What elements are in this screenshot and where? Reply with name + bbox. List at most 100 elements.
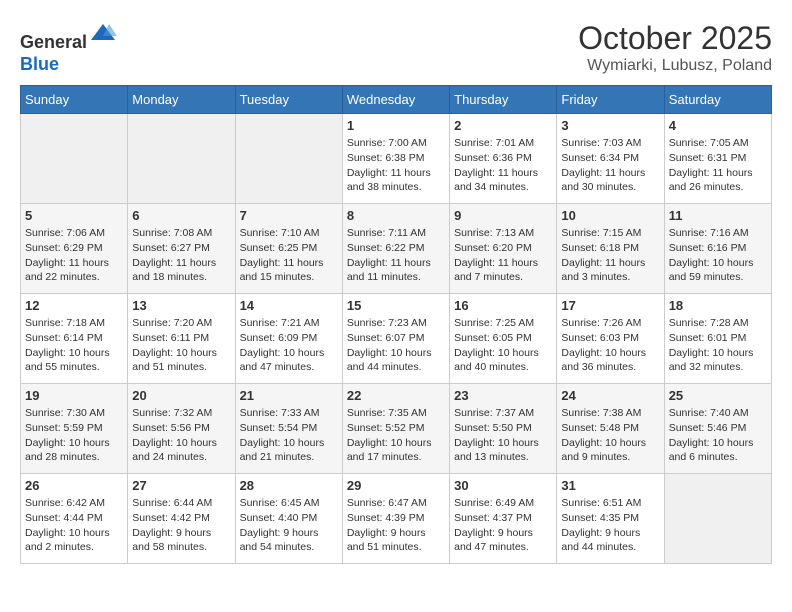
day-info: Sunrise: 7:23 AM Sunset: 6:07 PM Dayligh… <box>347 316 445 375</box>
location: Wymiarki, Lubusz, Poland <box>578 57 772 75</box>
logo-icon <box>89 20 117 48</box>
calendar-cell <box>235 114 342 204</box>
logo: General Blue <box>20 20 117 75</box>
calendar-cell: 1 Sunrise: 7:00 AM Sunset: 6:38 PM Daylig… <box>342 114 449 204</box>
day-number: 5 <box>25 208 123 223</box>
calendar-cell: 23 Sunrise: 7:37 AM Sunset: 5:50 PM Dayli… <box>450 384 557 474</box>
calendar-cell: 18Sunrise: 7:28 AM Sunset: 6:01 PM Dayli… <box>664 294 771 384</box>
day-info: Sunrise: 7:38 AM Sunset: 5:48 PM Dayligh… <box>561 406 659 465</box>
day-info: Sunrise: 7:06 AM Sunset: 6:29 PM Dayligh… <box>25 226 123 285</box>
weekday-header: Wednesday <box>342 86 449 114</box>
day-info: Sunrise: 7:26 AM Sunset: 6:03 PM Dayligh… <box>561 316 659 375</box>
weekday-header: Thursday <box>450 86 557 114</box>
day-info: Sunrise: 7:15 AM Sunset: 6:18 PM Dayligh… <box>561 226 659 285</box>
calendar-cell: 15 Sunrise: 7:23 AM Sunset: 6:07 PM Dayli… <box>342 294 449 384</box>
calendar-cell <box>21 114 128 204</box>
calendar-cell: 25 Sunrise: 7:40 AM Sunset: 5:46 PM Dayli… <box>664 384 771 474</box>
day-info: Sunrise: 7:13 AM Sunset: 6:20 PM Dayligh… <box>454 226 552 285</box>
calendar-cell: 29 Sunrise: 6:47 AM Sunset: 4:39 PM Dayli… <box>342 474 449 564</box>
day-number: 3 <box>561 118 659 133</box>
calendar-cell: 11 Sunrise: 7:16 AM Sunset: 6:16 PM Dayli… <box>664 204 771 294</box>
day-info: Sunrise: 6:47 AM Sunset: 4:39 PM Dayligh… <box>347 496 445 555</box>
calendar-cell <box>128 114 235 204</box>
day-info: Sunrise: 6:44 AM Sunset: 4:42 PM Dayligh… <box>132 496 230 555</box>
calendar-cell: 10 Sunrise: 7:15 AM Sunset: 6:18 PM Dayli… <box>557 204 664 294</box>
calendar-cell: 21 Sunrise: 7:33 AM Sunset: 5:54 PM Dayli… <box>235 384 342 474</box>
day-info: Sunrise: 7:25 AM Sunset: 6:05 PM Dayligh… <box>454 316 552 375</box>
weekday-header: Monday <box>128 86 235 114</box>
calendar-cell: 8 Sunrise: 7:11 AM Sunset: 6:22 PM Daylig… <box>342 204 449 294</box>
calendar-cell: 16 Sunrise: 7:25 AM Sunset: 6:05 PM Dayli… <box>450 294 557 384</box>
day-number: 11 <box>669 208 767 223</box>
day-number: 25 <box>669 388 767 403</box>
calendar-cell: 7Sunrise: 7:10 AM Sunset: 6:25 PM Daylig… <box>235 204 342 294</box>
day-info: Sunrise: 7:05 AM Sunset: 6:31 PM Dayligh… <box>669 136 767 195</box>
day-info: Sunrise: 7:21 AM Sunset: 6:09 PM Dayligh… <box>240 316 338 375</box>
calendar-cell: 3 Sunrise: 7:03 AM Sunset: 6:34 PM Daylig… <box>557 114 664 204</box>
day-info: Sunrise: 7:40 AM Sunset: 5:46 PM Dayligh… <box>669 406 767 465</box>
day-info: Sunrise: 6:42 AM Sunset: 4:44 PM Dayligh… <box>25 496 123 555</box>
day-info: Sunrise: 7:01 AM Sunset: 6:36 PM Dayligh… <box>454 136 552 195</box>
day-number: 27 <box>132 478 230 493</box>
calendar-cell: 27 Sunrise: 6:44 AM Sunset: 4:42 PM Dayli… <box>128 474 235 564</box>
day-info: Sunrise: 7:35 AM Sunset: 5:52 PM Dayligh… <box>347 406 445 465</box>
weekday-header: Saturday <box>664 86 771 114</box>
day-number: 4 <box>669 118 767 133</box>
weekday-header: Sunday <box>21 86 128 114</box>
day-number: 21 <box>240 388 338 403</box>
day-number: 24 <box>561 388 659 403</box>
day-info: Sunrise: 7:33 AM Sunset: 5:54 PM Dayligh… <box>240 406 338 465</box>
calendar-cell: 12 Sunrise: 7:18 AM Sunset: 6:14 PM Dayli… <box>21 294 128 384</box>
day-number: 26 <box>25 478 123 493</box>
weekday-header: Tuesday <box>235 86 342 114</box>
day-number: 14 <box>240 298 338 313</box>
day-number: 22 <box>347 388 445 403</box>
calendar-cell: 9 Sunrise: 7:13 AM Sunset: 6:20 PM Daylig… <box>450 204 557 294</box>
calendar-cell <box>664 474 771 564</box>
day-info: Sunrise: 7:03 AM Sunset: 6:34 PM Dayligh… <box>561 136 659 195</box>
calendar-cell: 26 Sunrise: 6:42 AM Sunset: 4:44 PM Dayli… <box>21 474 128 564</box>
day-info: Sunrise: 6:45 AM Sunset: 4:40 PM Dayligh… <box>240 496 338 555</box>
day-number: 17 <box>561 298 659 313</box>
day-info: Sunrise: 7:32 AM Sunset: 5:56 PM Dayligh… <box>132 406 230 465</box>
calendar-cell: 24 Sunrise: 7:38 AM Sunset: 5:48 PM Dayli… <box>557 384 664 474</box>
day-number: 12 <box>25 298 123 313</box>
day-info: Sunrise: 7:18 AM Sunset: 6:14 PM Dayligh… <box>25 316 123 375</box>
day-info: Sunrise: 7:37 AM Sunset: 5:50 PM Dayligh… <box>454 406 552 465</box>
page-header: General Blue October 2025 Wymiarki, Lubu… <box>20 20 772 75</box>
calendar-cell: 5 Sunrise: 7:06 AM Sunset: 6:29 PM Daylig… <box>21 204 128 294</box>
day-number: 9 <box>454 208 552 223</box>
day-number: 7 <box>240 208 338 223</box>
calendar-cell: 28Sunrise: 6:45 AM Sunset: 4:40 PM Dayli… <box>235 474 342 564</box>
day-info: Sunrise: 7:30 AM Sunset: 5:59 PM Dayligh… <box>25 406 123 465</box>
day-number: 19 <box>25 388 123 403</box>
day-info: Sunrise: 7:08 AM Sunset: 6:27 PM Dayligh… <box>132 226 230 285</box>
calendar-cell: 6 Sunrise: 7:08 AM Sunset: 6:27 PM Daylig… <box>128 204 235 294</box>
day-info: Sunrise: 7:20 AM Sunset: 6:11 PM Dayligh… <box>132 316 230 375</box>
month-title: October 2025 <box>578 20 772 57</box>
day-number: 15 <box>347 298 445 313</box>
day-number: 10 <box>561 208 659 223</box>
day-number: 2 <box>454 118 552 133</box>
day-info: Sunrise: 6:51 AM Sunset: 4:35 PM Dayligh… <box>561 496 659 555</box>
day-number: 8 <box>347 208 445 223</box>
day-number: 18 <box>669 298 767 313</box>
calendar-cell: 13Sunrise: 7:20 AM Sunset: 6:11 PM Dayli… <box>128 294 235 384</box>
day-number: 1 <box>347 118 445 133</box>
weekday-header: Friday <box>557 86 664 114</box>
calendar-cell: 4 Sunrise: 7:05 AM Sunset: 6:31 PM Daylig… <box>664 114 771 204</box>
calendar-cell: 14 Sunrise: 7:21 AM Sunset: 6:09 PM Dayli… <box>235 294 342 384</box>
day-info: Sunrise: 6:49 AM Sunset: 4:37 PM Dayligh… <box>454 496 552 555</box>
day-number: 23 <box>454 388 552 403</box>
logo-general: General <box>20 32 87 52</box>
day-number: 16 <box>454 298 552 313</box>
day-number: 6 <box>132 208 230 223</box>
day-number: 30 <box>454 478 552 493</box>
day-number: 29 <box>347 478 445 493</box>
day-info: Sunrise: 7:00 AM Sunset: 6:38 PM Dayligh… <box>347 136 445 195</box>
day-info: Sunrise: 7:16 AM Sunset: 6:16 PM Dayligh… <box>669 226 767 285</box>
day-info: Sunrise: 7:11 AM Sunset: 6:22 PM Dayligh… <box>347 226 445 285</box>
calendar-cell: 30 Sunrise: 6:49 AM Sunset: 4:37 PM Dayli… <box>450 474 557 564</box>
title-block: October 2025 Wymiarki, Lubusz, Poland <box>578 20 772 75</box>
calendar-cell: 22 Sunrise: 7:35 AM Sunset: 5:52 PM Dayli… <box>342 384 449 474</box>
